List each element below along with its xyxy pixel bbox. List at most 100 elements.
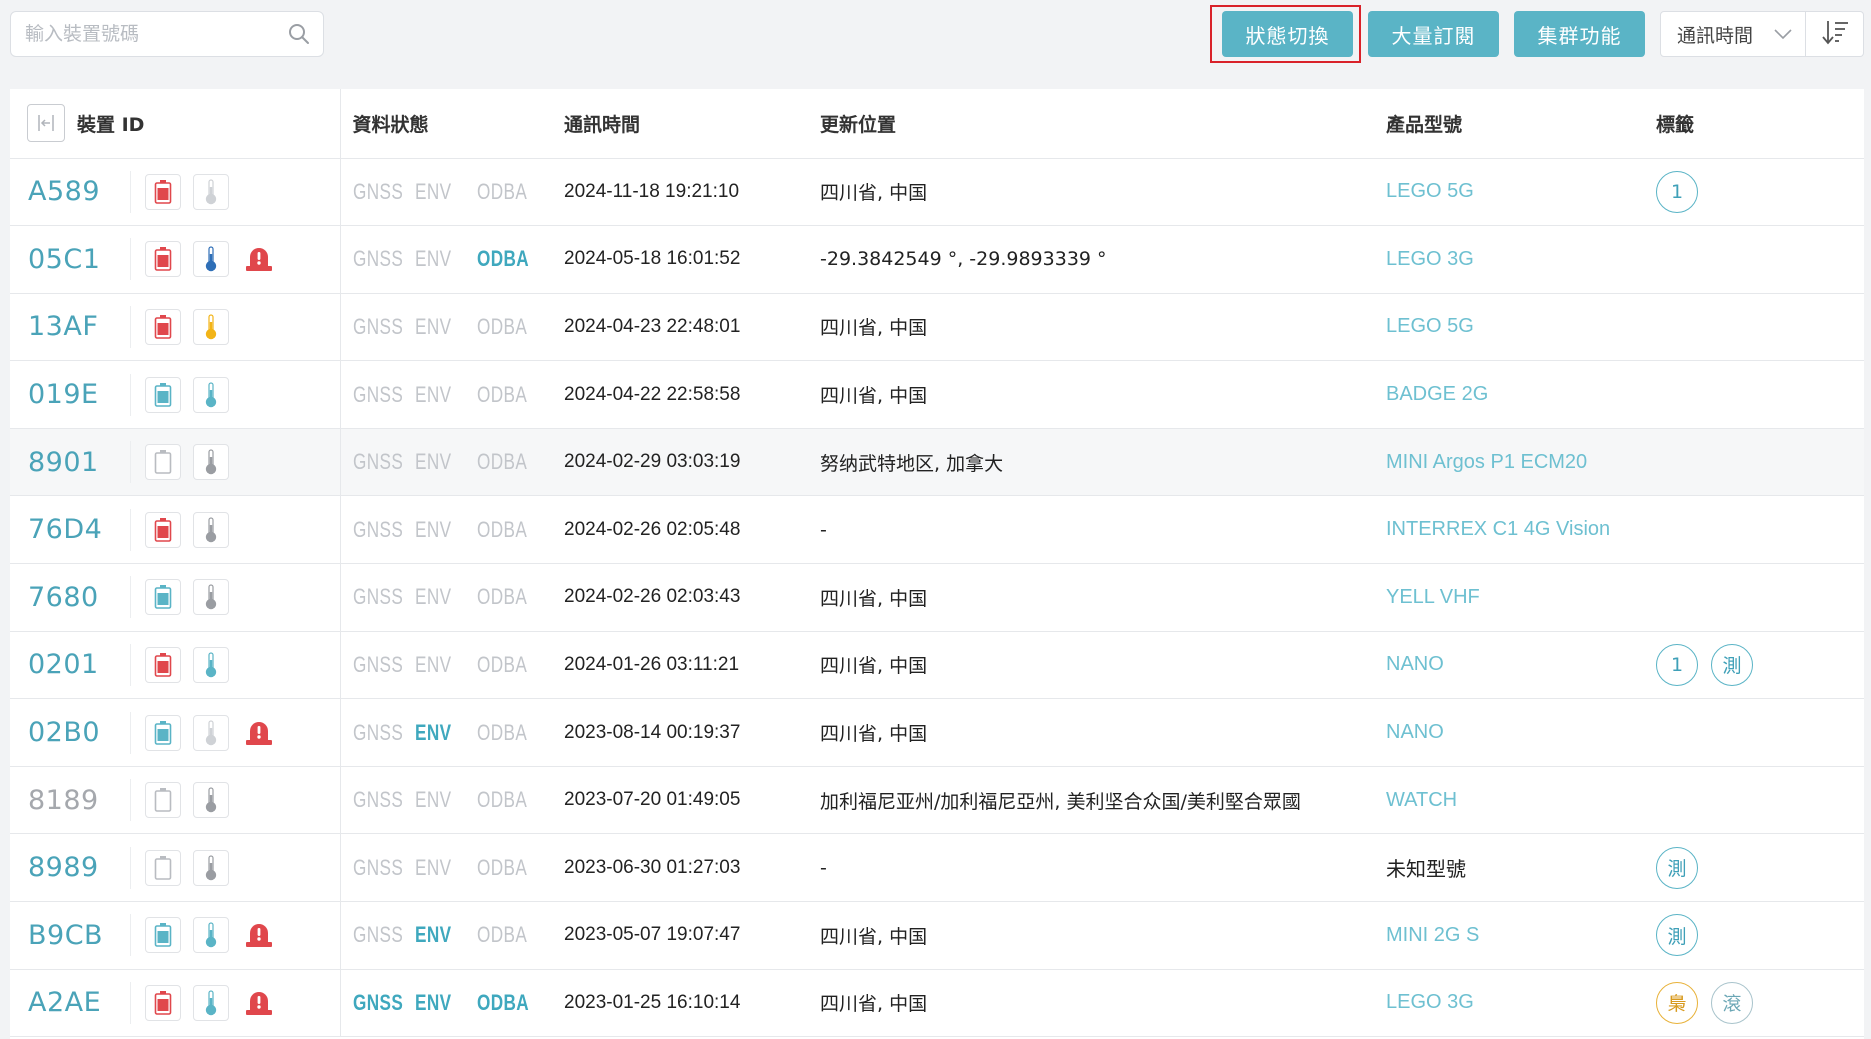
model-link[interactable]: WATCH — [1386, 789, 1457, 811]
tag-badge[interactable]: 1 — [1656, 170, 1698, 213]
device-id-link[interactable]: 8989 — [10, 852, 130, 883]
table-row[interactable]: 8189 GNSS ENV ODBA 2023-07-20 01:49:05 加… — [10, 766, 1864, 835]
odba-status: ODBA — [476, 787, 527, 813]
model-link[interactable]: LEGO 5G — [1386, 315, 1474, 337]
table-row[interactable]: A2AE GNSS ENV ODBA 2023-01-25 16:10:14 四… — [10, 969, 1864, 1038]
thermometer-icon — [193, 984, 229, 1021]
device-id-link[interactable]: A589 — [10, 176, 130, 207]
battery-icon — [145, 714, 181, 751]
location-cell: 四川省, 中国 — [820, 969, 1386, 1038]
comm-time: 2023-01-25 16:10:14 — [564, 991, 741, 1013]
table-row[interactable]: 8989 GNSS ENV ODBA 2023-06-30 01:27:03 -… — [10, 833, 1864, 903]
device-id-link[interactable]: A2AE — [10, 987, 130, 1018]
model-cell: INTERREX C1 4G Vision — [1386, 495, 1656, 565]
model-cell: 未知型號 — [1386, 833, 1656, 903]
tag-badge[interactable]: 滾 — [1711, 981, 1753, 1024]
odba-status: ODBA — [476, 516, 527, 542]
location-cell: -29.3842549 °, -29.9893339 ° — [820, 225, 1386, 294]
tag-badge[interactable]: 測 — [1711, 643, 1753, 686]
device-id-link[interactable]: 0201 — [10, 649, 130, 680]
gnss-status: GNSS — [352, 516, 403, 542]
alarm-icon — [241, 715, 277, 751]
search-box[interactable] — [10, 11, 324, 57]
location-text: 四川省, 中国 — [820, 655, 928, 678]
bulk-subscribe-button[interactable]: 大量訂閱 — [1368, 11, 1499, 57]
thermometer-icon — [193, 917, 229, 954]
model-cell: LEGO 3G — [1386, 969, 1656, 1038]
comm-time: 2023-06-30 01:27:03 — [564, 856, 741, 878]
device-id-link[interactable]: 13AF — [10, 311, 130, 342]
location-cell: 四川省, 中国 — [820, 293, 1386, 362]
comm-time-cell: 2024-05-18 16:01:52 — [564, 225, 820, 294]
device-id-link[interactable]: 8901 — [10, 447, 130, 478]
thermometer-icon — [193, 782, 229, 819]
model-link[interactable]: INTERREX C1 4G Vision — [1386, 518, 1610, 540]
table-row[interactable]: 02B0 GNSS ENV ODBA 2023-08-14 00:19:37 四… — [10, 698, 1864, 767]
device-cell: A2AE — [10, 969, 341, 1038]
location-cell: 四川省, 中国 — [820, 901, 1386, 970]
tag-badge[interactable]: 測 — [1656, 914, 1698, 957]
tag-badge[interactable]: 測 — [1656, 846, 1698, 889]
header-device-id[interactable]: 裝置 ID — [10, 89, 341, 159]
location-text: 四川省, 中国 — [820, 925, 928, 948]
model-link[interactable]: LEGO 5G — [1386, 180, 1474, 202]
comm-time: 2024-04-23 22:48:01 — [564, 315, 741, 337]
table-row[interactable]: B9CB GNSS ENV ODBA 2023-05-07 19:07:47 四… — [10, 901, 1864, 970]
location-cell: 四川省, 中国 — [820, 563, 1386, 632]
env-status: ENV — [414, 651, 451, 677]
model-cell: LEGO 3G — [1386, 225, 1656, 294]
model-link[interactable]: BADGE 2G — [1386, 383, 1488, 405]
data-status-cell: GNSS ENV ODBA — [340, 833, 564, 903]
device-id-link[interactable]: 02B0 — [10, 717, 130, 748]
battery-icon — [145, 308, 181, 345]
model-link[interactable]: LEGO 3G — [1386, 991, 1474, 1013]
table-row[interactable]: 7680 GNSS ENV ODBA 2024-02-26 02:03:43 四… — [10, 563, 1864, 632]
location-cell: 四川省, 中国 — [820, 360, 1386, 429]
model-link[interactable]: MINI 2G S — [1386, 924, 1479, 946]
table-row[interactable]: A589 GNSS ENV ODBA 2024-11-18 19:21:10 四… — [10, 158, 1864, 227]
table-row[interactable]: 05C1 GNSS ENV ODBA 2024-05-18 16:01:52 -… — [10, 225, 1864, 294]
device-id-link[interactable]: 8189 — [10, 785, 130, 816]
device-id-link[interactable]: 05C1 — [10, 244, 130, 275]
data-status-cell: GNSS ENV ODBA — [340, 631, 564, 700]
data-status-cell: GNSS ENV ODBA — [340, 428, 564, 497]
device-cell: 8901 — [10, 428, 341, 497]
search-icon[interactable] — [287, 22, 311, 46]
thermometer-icon — [193, 646, 229, 683]
sort-order-button[interactable] — [1806, 11, 1864, 57]
location-cell: 努纳武特地区, 加拿大 — [820, 428, 1386, 497]
comm-time-cell: 2023-01-25 16:10:14 — [564, 969, 820, 1038]
comm-time: 2024-04-22 22:58:58 — [564, 383, 741, 405]
model-link[interactable]: LEGO 3G — [1386, 248, 1474, 270]
table-row[interactable]: 8901 GNSS ENV ODBA 2024-02-29 03:03:19 努… — [10, 428, 1864, 497]
device-id-link[interactable]: B9CB — [10, 920, 130, 951]
device-id-link[interactable]: 7680 — [10, 582, 130, 613]
collapse-icon[interactable] — [27, 104, 65, 143]
model-link[interactable]: YELL VHF — [1386, 586, 1480, 608]
cluster-button[interactable]: 集群功能 — [1514, 11, 1645, 57]
device-id-link[interactable]: 76D4 — [10, 514, 130, 545]
table-row[interactable]: 76D4 GNSS ENV ODBA 2024-02-26 02:05:48 -… — [10, 495, 1864, 565]
table-row[interactable]: 13AF GNSS ENV ODBA 2024-04-23 22:48:01 四… — [10, 293, 1864, 362]
location-text: 四川省, 中国 — [820, 385, 928, 408]
gnss-status: GNSS — [352, 651, 403, 677]
model-link[interactable]: NANO — [1386, 721, 1444, 743]
tags-cell — [1656, 495, 1864, 565]
model-link[interactable]: NANO — [1386, 653, 1444, 675]
table-row[interactable]: 0201 GNSS ENV ODBA 2024-01-26 03:11:21 四… — [10, 631, 1864, 700]
gnss-status: GNSS — [352, 381, 403, 407]
model-link[interactable]: MINI Argos P1 ECM20 — [1386, 451, 1587, 473]
sort-by-select[interactable]: 通訊時間 — [1660, 11, 1806, 57]
battery-icon — [145, 917, 181, 954]
tag-badge[interactable]: 1 — [1656, 643, 1698, 686]
location-text: 四川省, 中国 — [820, 317, 928, 340]
status-toggle-button[interactable]: 狀態切換 — [1222, 11, 1353, 57]
device-id-link[interactable]: 019E — [10, 379, 130, 410]
device-cell: 8989 — [10, 833, 341, 903]
table-row[interactable]: 019E GNSS ENV ODBA 2024-04-22 22:58:58 四… — [10, 360, 1864, 429]
battery-icon — [145, 241, 181, 278]
location-text: - — [820, 518, 827, 541]
comm-time-cell: 2023-08-14 00:19:37 — [564, 698, 820, 767]
tag-badge[interactable]: 梟 — [1656, 981, 1698, 1024]
search-input[interactable] — [25, 23, 287, 45]
